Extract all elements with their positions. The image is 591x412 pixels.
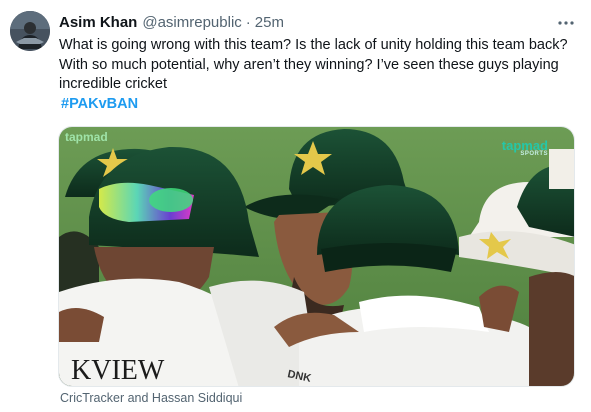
media-credit: CricTracker and Hassan Siddiqui	[60, 391, 243, 405]
hashtag-link[interactable]: #PAKvBAN	[61, 95, 138, 115]
avatar-image	[10, 11, 50, 51]
tweet-media[interactable]: KVIEW DNK tapmad tapmad SPORTS	[58, 126, 575, 387]
tweet-text: What is going wrong with this team? Is t…	[59, 37, 568, 92]
media-photo: KVIEW DNK	[59, 127, 574, 386]
more-horizontal-icon	[558, 21, 574, 25]
author-name[interactable]: Asim Khan	[59, 14, 137, 31]
tweet-header: Asim Khan @asimrepublic · 25m	[59, 12, 571, 32]
more-options-button[interactable]	[557, 14, 575, 32]
timestamp[interactable]: 25m	[255, 14, 284, 31]
avatar[interactable]	[10, 11, 50, 51]
tweet-body: What is going wrong with this team? Is t…	[59, 36, 579, 114]
shirt-text-left: KVIEW	[71, 355, 165, 386]
header-separator: ·	[245, 13, 251, 31]
author-handle[interactable]: @asimrepublic	[142, 14, 241, 31]
watermark-left: tapmad	[65, 130, 108, 144]
watermark-right: tapmad SPORTS	[502, 138, 548, 157]
